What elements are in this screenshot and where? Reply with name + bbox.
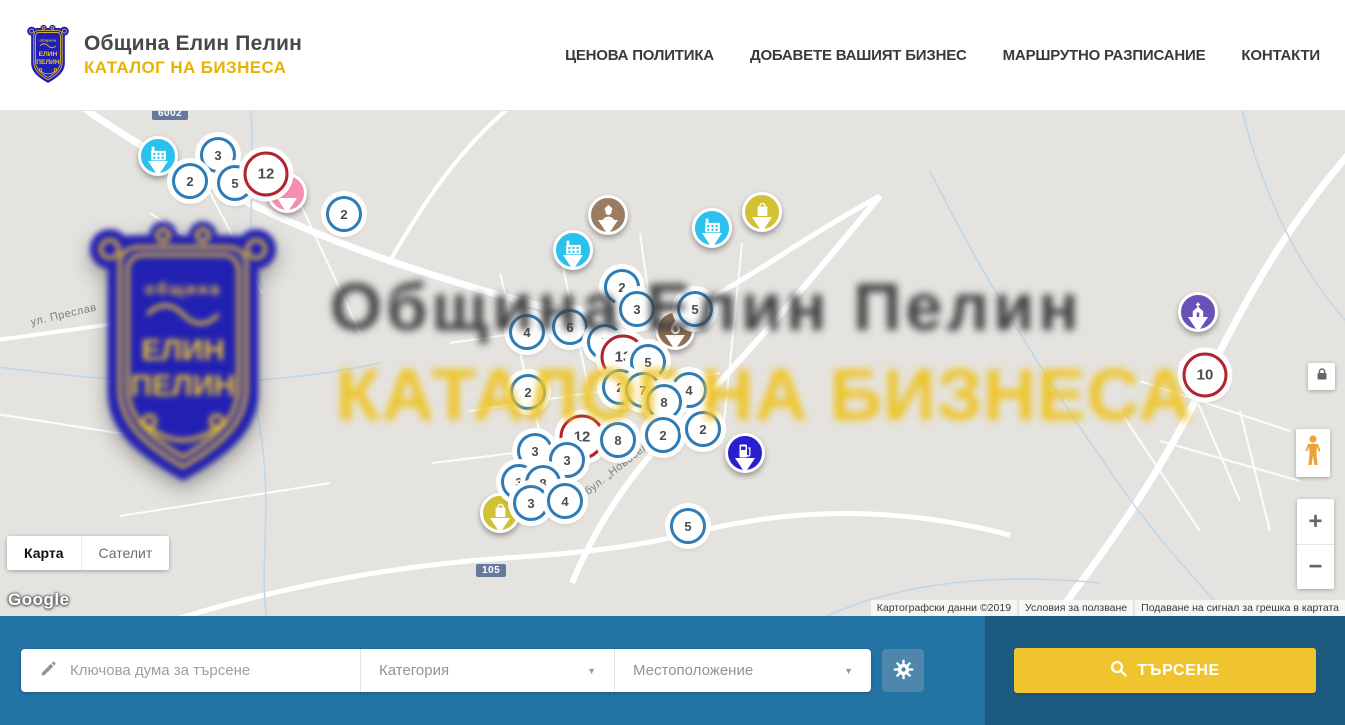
- church-icon: [1188, 300, 1208, 325]
- pegman-icon: [1303, 434, 1323, 473]
- map-cluster-marker[interactable]: 2: [510, 374, 546, 410]
- pencil-icon: [39, 659, 58, 683]
- map-type-control: Карта Сателит: [7, 536, 169, 570]
- keyword-search-input[interactable]: [70, 662, 360, 679]
- zoom-control: + −: [1297, 499, 1334, 589]
- main-nav: ЦЕНОВА ПОЛИТИКА ДОБАВЕТЕ ВАШИЯТ БИЗНЕС МАР…: [565, 47, 1320, 64]
- map-cluster-marker[interactable]: 3: [619, 291, 655, 327]
- lock-icon: [1316, 367, 1328, 386]
- road-badge: 105: [476, 564, 506, 577]
- svg-text:ПЕЛИН: ПЕЛИН: [36, 59, 60, 66]
- category-select[interactable]: Категория ▼: [361, 649, 614, 692]
- location-select-label: Местоположение: [633, 662, 753, 679]
- map-cluster-marker[interactable]: 8: [600, 422, 636, 458]
- map-cluster-marker[interactable]: 8: [646, 384, 682, 420]
- factory-pin[interactable]: [692, 208, 732, 248]
- map-cluster-marker[interactable]: 4: [509, 314, 545, 350]
- attribution-link[interactable]: Подаване на сигнал за грешка в картата: [1135, 600, 1345, 616]
- map-cluster-marker[interactable]: 2: [326, 196, 362, 232]
- advanced-settings-button[interactable]: [882, 649, 924, 692]
- fuel-icon: [735, 441, 755, 466]
- map-cluster-marker[interactable]: 5: [670, 508, 706, 544]
- factory-icon: [148, 143, 169, 169]
- road-badge: 6002: [152, 111, 188, 120]
- factory-icon: [563, 237, 584, 263]
- zoom-in-button[interactable]: +: [1297, 499, 1334, 544]
- worker-pin[interactable]: [588, 195, 628, 235]
- church-pin[interactable]: [1178, 292, 1218, 332]
- site-subtitle: КАТАЛОГ НА БИЗНЕСА: [84, 58, 302, 78]
- map-cluster-marker[interactable]: 6: [552, 309, 588, 345]
- search-icon: [1110, 660, 1127, 682]
- lock-button[interactable]: [1308, 363, 1335, 390]
- gear-icon: [893, 659, 914, 683]
- map-cluster-marker[interactable]: 3: [513, 485, 549, 521]
- worker-icon: [598, 202, 619, 228]
- nav-item-add-business[interactable]: ДОБАВЕТЕ ВАШИЯТ БИЗНЕС: [750, 47, 967, 64]
- bag-icon: [491, 501, 510, 525]
- attribution-link[interactable]: Условия за ползване: [1019, 600, 1133, 616]
- svg-text:община: община: [39, 38, 57, 42]
- attribution-text: Картографски данни ©2019: [871, 600, 1017, 616]
- map-cluster-marker[interactable]: 2: [645, 417, 681, 453]
- category-select-label: Категория: [379, 662, 449, 679]
- factory-icon: [702, 215, 723, 241]
- search-bar: Категория ▼ Местоположение ▼: [0, 616, 1345, 725]
- nav-item-pricing[interactable]: ЦЕНОВА ПОЛИТИКА: [565, 47, 714, 64]
- map-canvas[interactable]: ул. Преславбул. „Новосел 6002105 3251222…: [0, 111, 1345, 616]
- nav-item-route-schedule[interactable]: МАРШРУТНО РАЗПИСАНИЕ: [1003, 47, 1206, 64]
- map-type-map-button[interactable]: Карта: [7, 536, 81, 570]
- map-cluster-marker[interactable]: 5: [677, 291, 713, 327]
- map-attribution: Картографски данни ©2019Условия за ползв…: [869, 600, 1345, 616]
- municipality-crest-logo: община ЕЛИН ПЕЛИН: [25, 24, 71, 86]
- bag-icon: [753, 200, 772, 224]
- factory-pin[interactable]: [138, 136, 178, 176]
- map-cluster-marker[interactable]: 4: [547, 483, 583, 519]
- chevron-down-icon: ▼: [587, 666, 596, 676]
- search-button-label: ТЪРСЕНЕ: [1137, 662, 1220, 680]
- fuel-pin[interactable]: [725, 433, 765, 473]
- location-select[interactable]: Местоположение ▼: [615, 649, 871, 692]
- site-title: Община Елин Пелин: [84, 32, 302, 56]
- chevron-down-icon: ▼: [844, 666, 853, 676]
- keyword-section: [21, 649, 360, 692]
- map-cluster-marker[interactable]: 10: [1183, 353, 1228, 398]
- zoom-out-button[interactable]: −: [1297, 544, 1334, 589]
- bag-pin[interactable]: [742, 192, 782, 232]
- search-button[interactable]: ТЪРСЕНЕ: [1014, 648, 1316, 693]
- street-view-pegman-button[interactable]: [1296, 429, 1330, 477]
- search-bar-left: Категория ▼ Местоположение ▼: [0, 616, 985, 725]
- brand[interactable]: община ЕЛИН ПЕЛИН Община Елин Пелин КАТА…: [25, 24, 302, 86]
- map-type-satellite-button[interactable]: Сателит: [81, 536, 170, 570]
- map-cluster-marker[interactable]: 2: [172, 163, 208, 199]
- app-header: община ЕЛИН ПЕЛИН Община Елин Пелин КАТА…: [0, 0, 1345, 111]
- map-cluster-marker[interactable]: 2: [685, 411, 721, 447]
- search-input-group: Категория ▼ Местоположение ▼: [21, 649, 871, 692]
- factory-pin[interactable]: [553, 230, 593, 270]
- nav-item-contacts[interactable]: КОНТАКТИ: [1241, 47, 1320, 64]
- search-bar-right: ТЪРСЕНЕ: [985, 616, 1345, 725]
- svg-text:ЕЛИН: ЕЛИН: [39, 51, 58, 58]
- map-cluster-marker[interactable]: 12: [244, 152, 289, 197]
- google-logo[interactable]: Google: [8, 590, 70, 610]
